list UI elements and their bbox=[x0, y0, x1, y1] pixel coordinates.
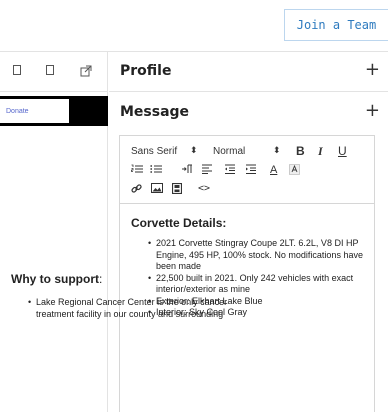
italic-button[interactable]: I bbox=[318, 144, 323, 159]
external-link-icon[interactable] bbox=[80, 65, 92, 80]
mobile-icon[interactable] bbox=[13, 65, 21, 75]
font-size-select[interactable]: Normal bbox=[213, 146, 245, 157]
code-view-button[interactable]: <> bbox=[198, 183, 210, 194]
top-bar: Join a Team bbox=[0, 0, 388, 52]
font-family-arrow-icon[interactable]: ⬍ bbox=[190, 145, 198, 156]
device-preview-toolbar bbox=[0, 52, 108, 92]
text-direction-icon[interactable] bbox=[181, 164, 193, 177]
font-family-select[interactable]: Sans Serif bbox=[131, 146, 177, 157]
editor-toolbar: Sans Serif ⬍ Normal ⬍ B I U A <> bbox=[120, 136, 374, 204]
underline-button[interactable]: U bbox=[338, 144, 347, 158]
align-icon[interactable] bbox=[201, 164, 213, 177]
list-item: 2021 Corvette Stingray Coupe 2LT. 6.2L, … bbox=[148, 238, 367, 273]
profile-section-header[interactable]: Profile + bbox=[109, 52, 388, 92]
text-color-button[interactable]: A bbox=[270, 164, 277, 176]
link-icon[interactable] bbox=[131, 183, 142, 197]
bold-button[interactable]: B bbox=[296, 144, 305, 158]
donate-button[interactable]: Donate bbox=[0, 99, 69, 123]
list-item: 22,500 built in 2021. Only 242 vehicles … bbox=[148, 273, 367, 296]
indent-icon[interactable] bbox=[245, 164, 257, 177]
video-icon[interactable] bbox=[171, 182, 183, 197]
outdent-icon[interactable] bbox=[224, 164, 236, 177]
expand-profile-icon[interactable]: + bbox=[365, 59, 380, 80]
list-item: Lake Regional Cancer Center is the only … bbox=[28, 297, 258, 320]
expand-message-icon[interactable]: + bbox=[365, 100, 380, 121]
tablet-icon[interactable] bbox=[46, 65, 54, 75]
background-color-icon[interactable] bbox=[289, 164, 300, 177]
widget-preview: Donate bbox=[0, 96, 108, 126]
ordered-list-icon[interactable] bbox=[131, 164, 143, 177]
why-heading: Why to support: bbox=[11, 272, 103, 286]
join-team-button[interactable]: Join a Team bbox=[284, 9, 388, 41]
image-icon[interactable] bbox=[151, 183, 163, 196]
left-panel: Donate bbox=[0, 52, 108, 412]
message-section-header[interactable]: Message + bbox=[109, 93, 388, 133]
profile-title: Profile bbox=[120, 63, 172, 79]
message-editor: Sans Serif ⬍ Normal ⬍ B I U A <> Corvett… bbox=[119, 135, 375, 412]
why-list: Lake Regional Cancer Center is the only … bbox=[28, 297, 258, 320]
content-heading: Corvette Details: bbox=[131, 216, 227, 230]
font-size-arrow-icon[interactable]: ⬍ bbox=[273, 145, 281, 156]
bullet-list-icon[interactable] bbox=[150, 164, 162, 177]
message-title: Message bbox=[120, 104, 190, 120]
